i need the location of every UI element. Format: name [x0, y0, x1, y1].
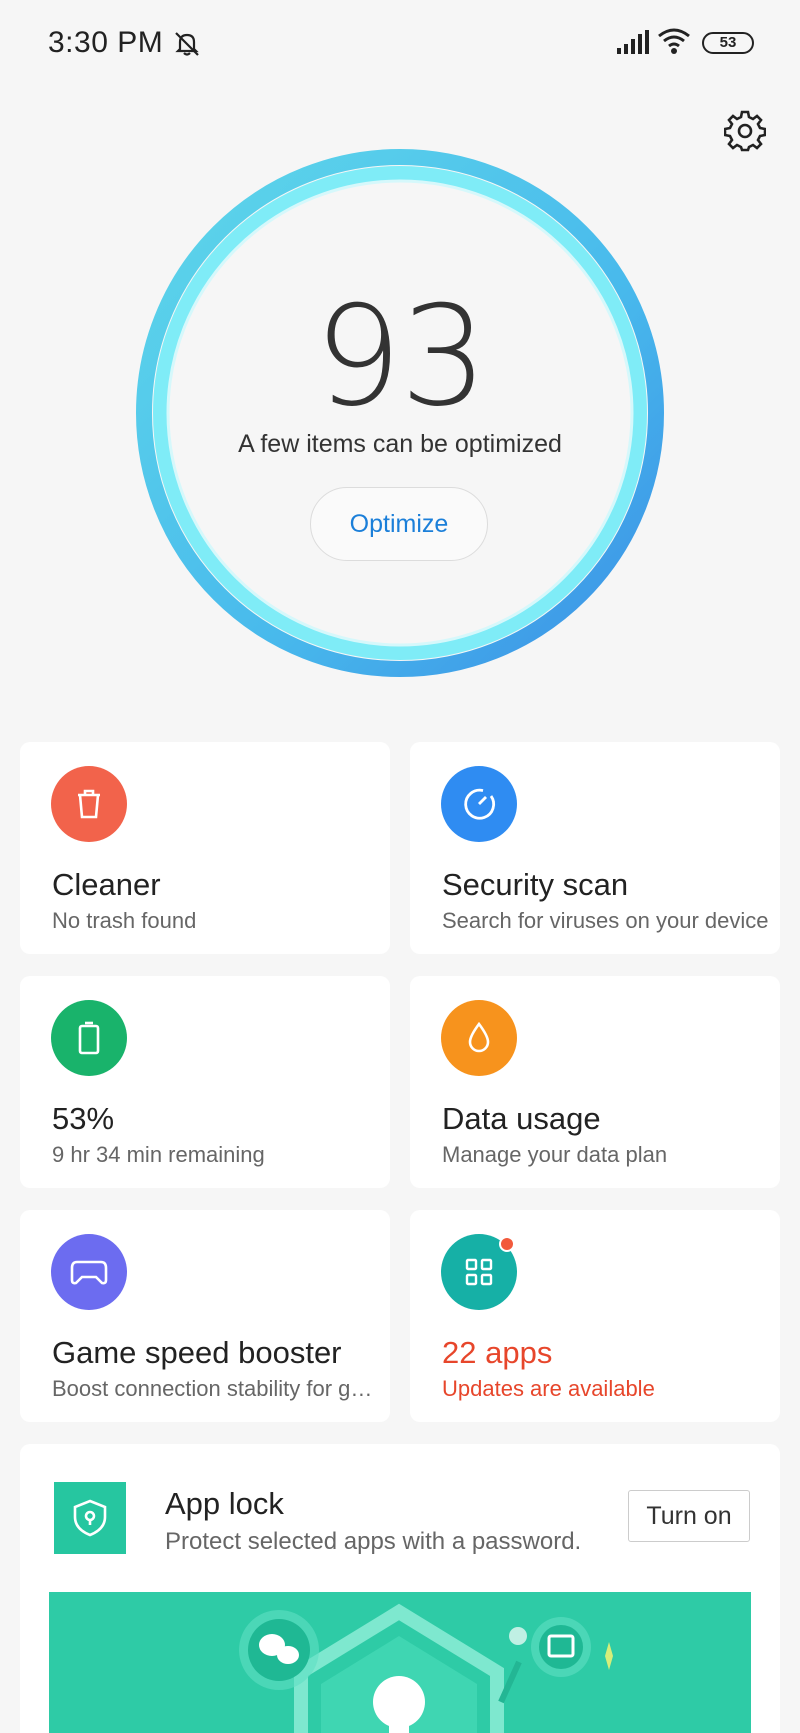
card-title: Data usage: [442, 1101, 601, 1136]
optimize-button[interactable]: Optimize: [310, 487, 488, 561]
gear-icon[interactable]: [724, 110, 766, 152]
card-title: 53%: [52, 1101, 115, 1136]
card-data-usage[interactable]: Data usage Manage your data plan: [410, 976, 780, 1188]
card-subtitle: No trash found: [52, 908, 197, 933]
card-subtitle: Manage your data plan: [442, 1142, 668, 1167]
battery-indicator: 53: [702, 32, 754, 54]
turn-on-button[interactable]: Turn on: [628, 1490, 750, 1542]
battery-icon: [51, 1000, 127, 1076]
gamepad-icon: [51, 1234, 127, 1310]
app-lock-card: App lock Protect selected apps with a pa…: [20, 1444, 780, 1733]
score-ring: 93 A few items can be optimized Optimize: [135, 148, 665, 678]
wifi-icon: [658, 28, 690, 54]
card-subtitle: Updates are available: [442, 1376, 655, 1401]
notification-dot: [499, 1236, 515, 1252]
card-game-booster[interactable]: Game speed booster Boost connection stab…: [20, 1210, 390, 1422]
gauge-icon: [441, 766, 517, 842]
card-title: Game speed booster: [52, 1335, 342, 1370]
status-time: 3:30 PM: [48, 26, 164, 59]
card-battery[interactable]: 53% 9 hr 34 min remaining: [20, 976, 390, 1188]
card-cleaner[interactable]: Cleaner No trash found: [20, 742, 390, 954]
app-lock-subtitle: Protect selected apps with a password.: [165, 1528, 582, 1555]
status-bar: 3:30 PM 53: [0, 0, 800, 88]
drop-icon: [441, 1000, 517, 1076]
card-title: Cleaner: [52, 867, 161, 902]
card-title: 22 apps: [442, 1335, 553, 1370]
bell-off-icon: [175, 32, 199, 56]
card-app-updates[interactable]: 22 apps Updates are available: [410, 1210, 780, 1422]
card-security-scan[interactable]: Security scan Search for viruses on your…: [410, 742, 780, 954]
card-subtitle: Search for viruses on your device: [442, 908, 769, 933]
trash-icon: [51, 766, 127, 842]
card-title: Security scan: [442, 867, 629, 902]
app-lock-title: App lock: [165, 1486, 284, 1521]
app-lock-illustration: [239, 1603, 613, 1733]
score-caption: A few items can be optimized: [238, 430, 562, 458]
grid-icon: [441, 1234, 517, 1310]
signal-icon: [617, 30, 649, 54]
app-lock-banner: [49, 1592, 751, 1733]
shield-lock-icon: [54, 1482, 126, 1554]
card-subtitle: 9 hr 34 min remaining: [52, 1142, 265, 1167]
score-value: 93: [314, 276, 488, 437]
card-subtitle: Boost connection stability for games: [52, 1376, 382, 1401]
